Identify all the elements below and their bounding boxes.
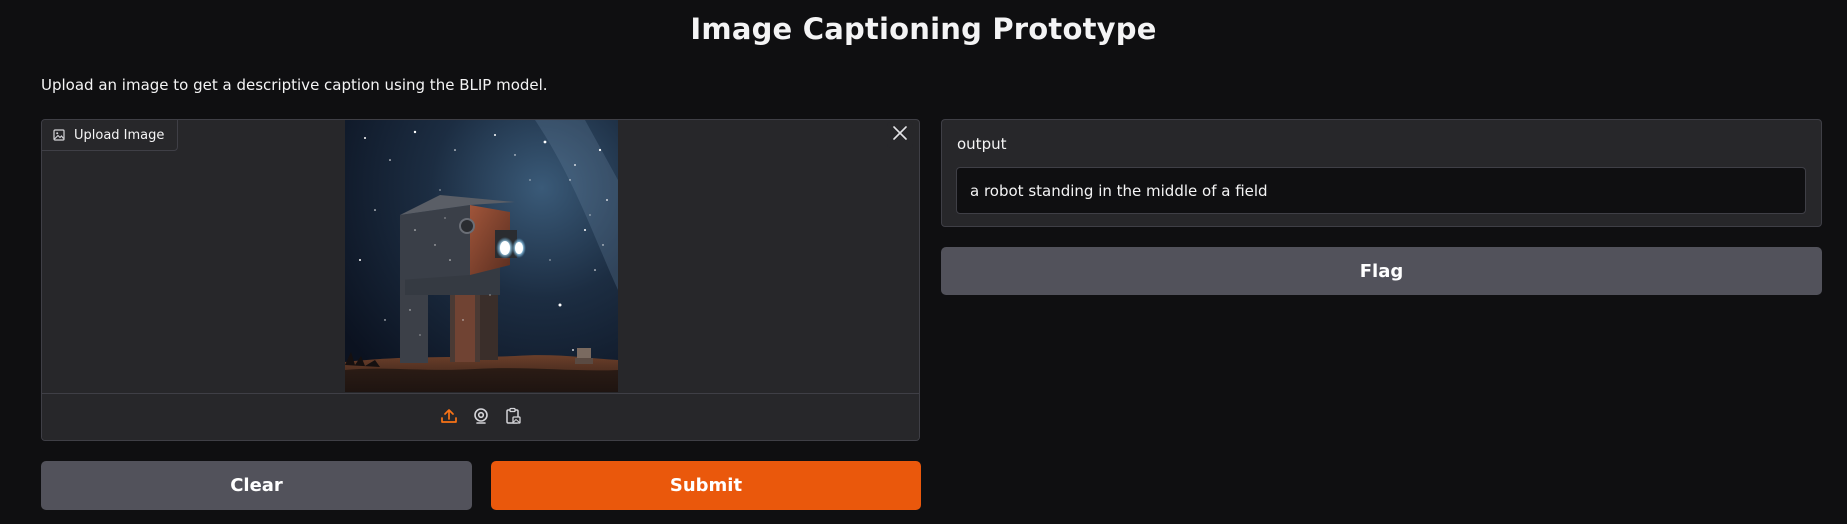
clear-image-button[interactable] [887,122,913,148]
webcam-source-button[interactable] [470,407,492,429]
image-source-toolbar [42,393,919,440]
app-root: Image Captioning Prototype Upload an ima… [0,0,1847,524]
clipboard-source-button[interactable] [502,407,524,429]
flag-button[interactable]: Flag [941,247,1822,295]
image-upload-panel[interactable]: Upload Image [41,119,920,441]
upload-source-button[interactable] [438,407,460,429]
image-input-label-text: Upload Image [74,127,165,143]
page-title: Image Captioning Prototype [690,12,1157,46]
uploaded-image-preview [345,120,618,392]
submit-button[interactable]: Submit [491,461,921,510]
output-text: a robot standing in the middle of a fiel… [970,181,1268,200]
page-description: Upload an image to get a descriptive cap… [41,76,548,94]
upload-icon [440,407,458,429]
webcam-icon [472,407,490,429]
image-icon [53,129,65,141]
close-icon [892,125,908,145]
clipboard-icon [504,407,522,429]
clear-button[interactable]: Clear [41,461,472,510]
output-label: output [957,135,1007,153]
output-textbox[interactable]: a robot standing in the middle of a fiel… [956,167,1806,214]
image-input-label: Upload Image [42,120,179,151]
output-panel: output a robot standing in the middle of… [941,119,1822,227]
